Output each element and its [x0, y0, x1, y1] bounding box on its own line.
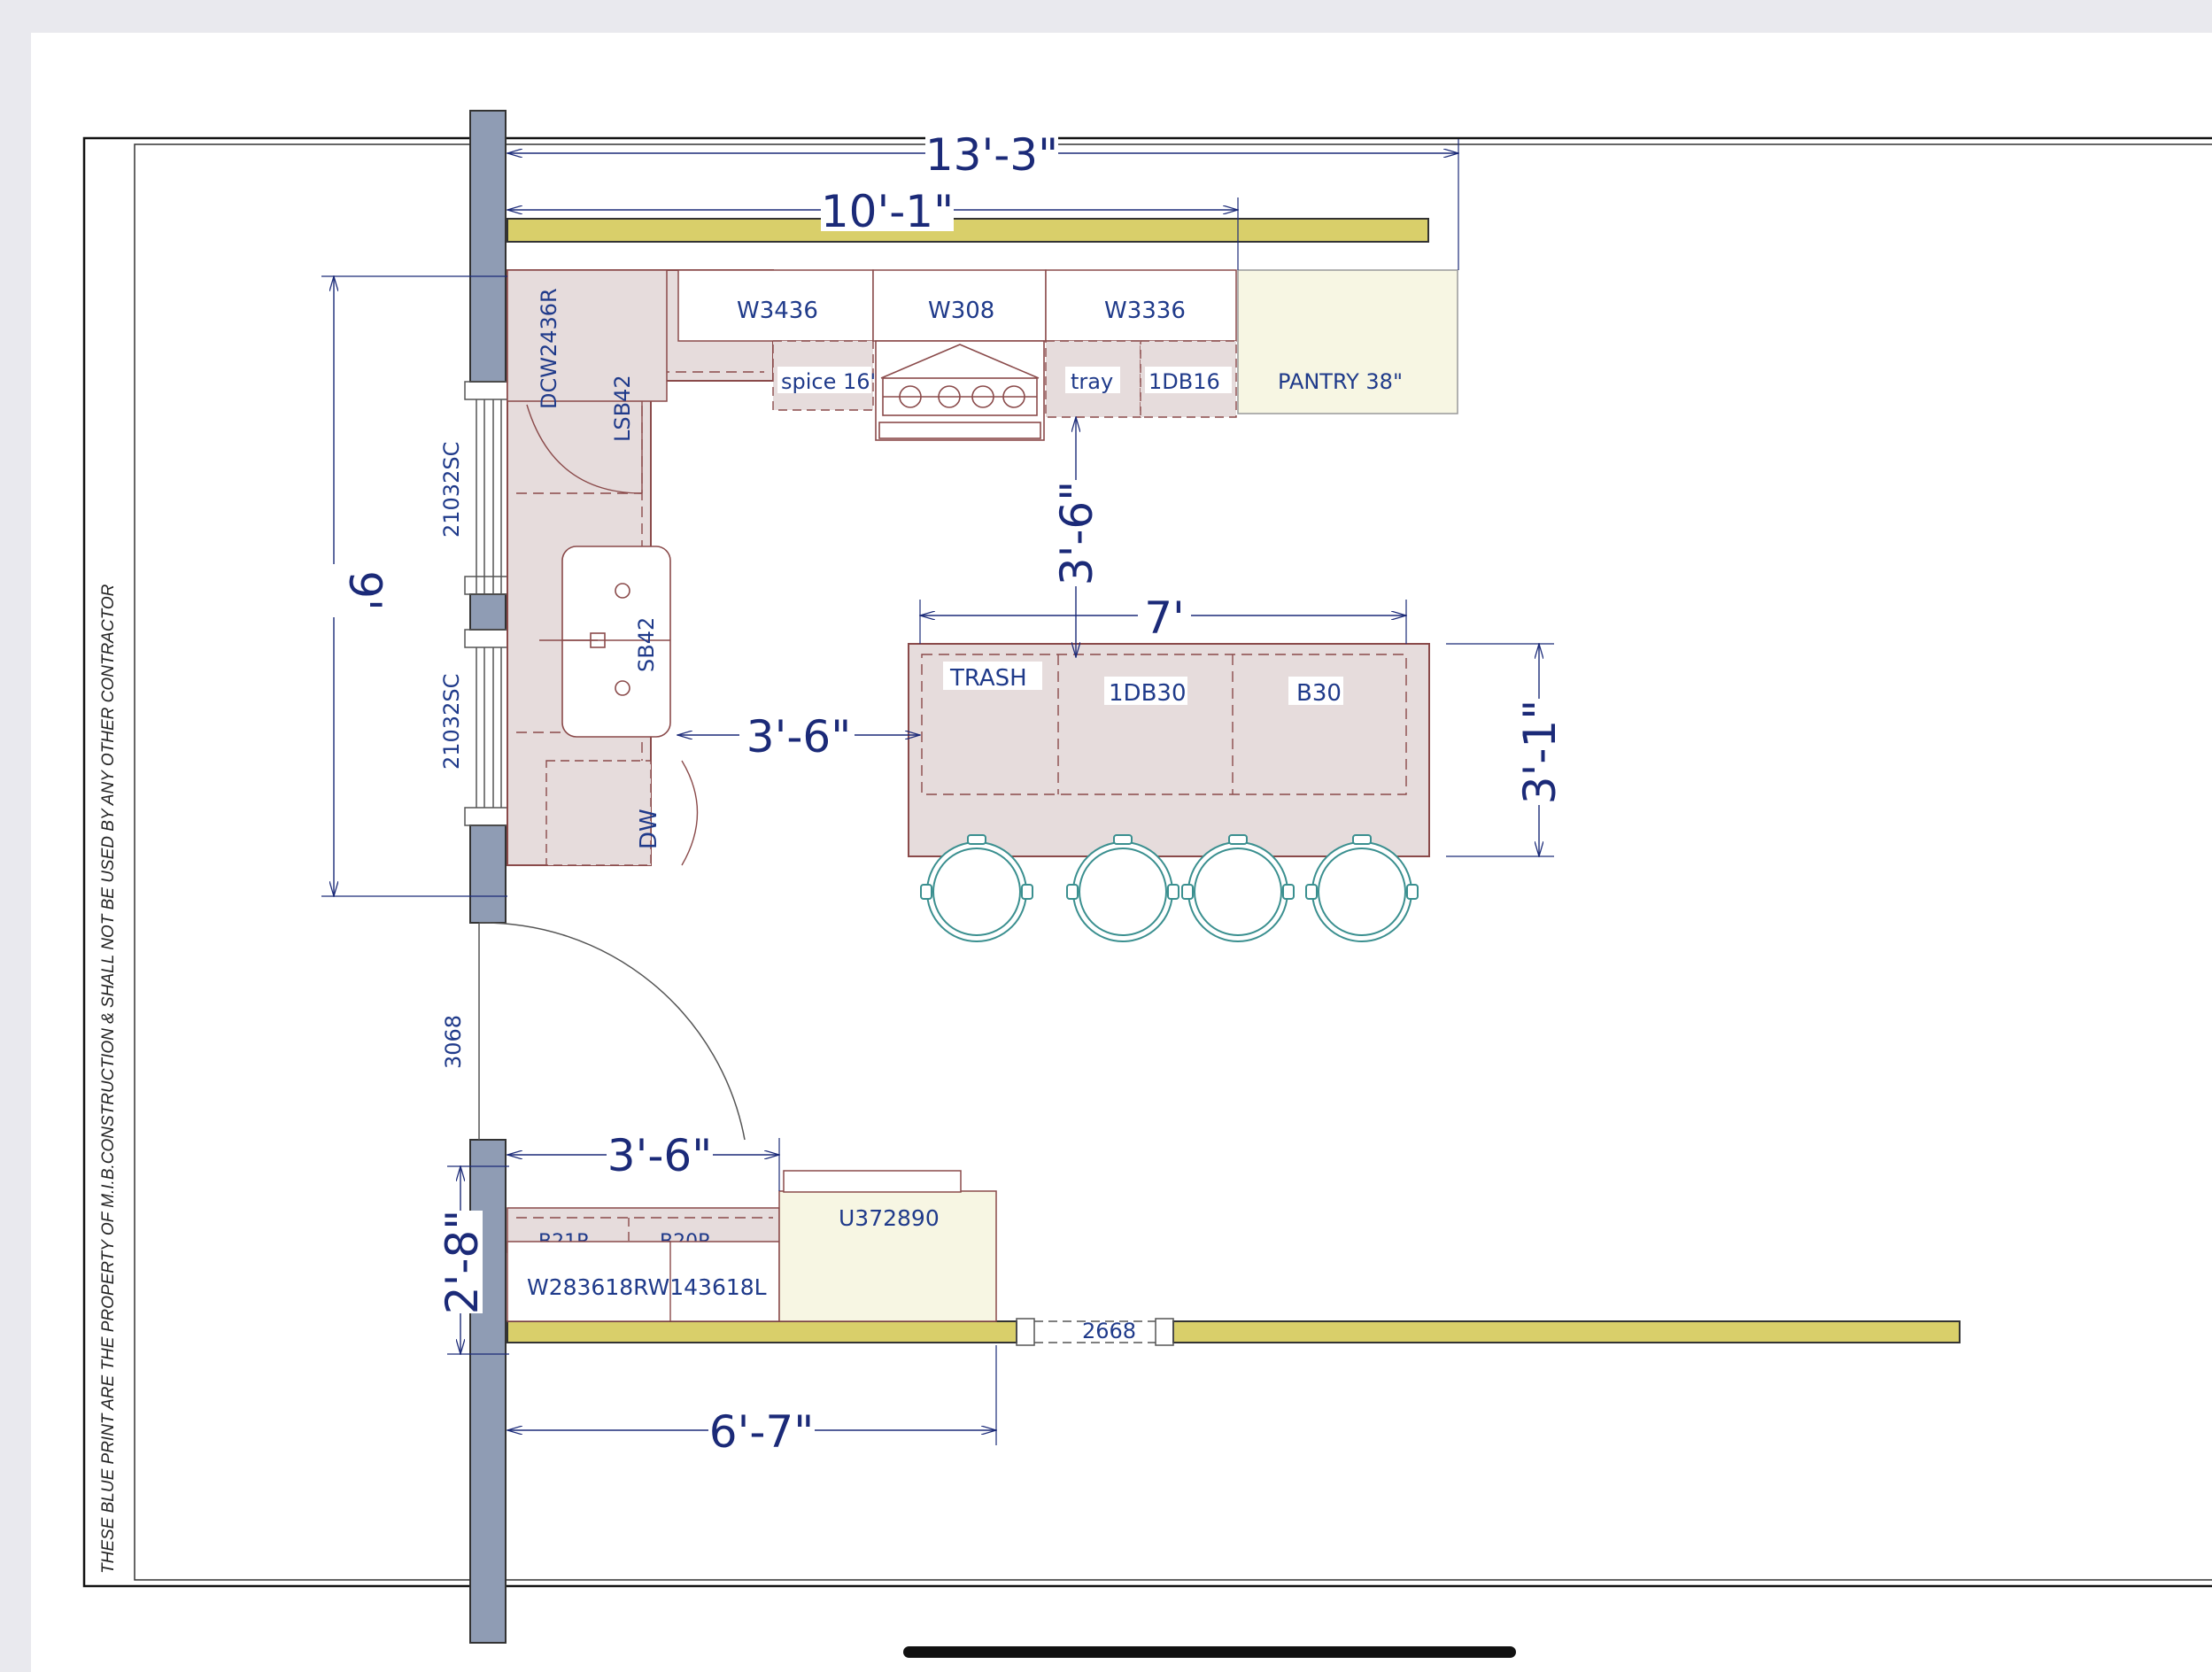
- dim-left-wall: 9': [339, 570, 391, 611]
- side-door: [478, 922, 746, 1141]
- dishwasher-swing: [681, 760, 699, 866]
- dim-overall-width: 13'-3": [925, 129, 1058, 181]
- left-wall-mullion: [469, 593, 507, 631]
- w3336-label: W3336: [1104, 298, 1186, 324]
- bottom-door-label: 2668: [1082, 1319, 1136, 1343]
- ownership-notice: THESE BLUE PRINT ARE THE PROPERTY OF M.I…: [99, 584, 118, 1574]
- tray-label: tray: [1071, 369, 1113, 394]
- trash-label: TRASH: [949, 665, 1027, 692]
- blueprint-sheet: THESE BLUE PRINT ARE THE PROPERTY OF M.I…: [31, 33, 2212, 1672]
- dim-door-clearance: 3'-6": [607, 1130, 712, 1181]
- spice-label: spice 16": [781, 369, 880, 394]
- bottom-header-wall-right: [1172, 1320, 1961, 1343]
- w3436-label: W3436: [737, 298, 818, 324]
- sb42-label: SB42: [634, 617, 659, 672]
- side-door-label: 3068: [441, 1015, 466, 1069]
- dim-lower-run: 6'-7": [709, 1406, 814, 1458]
- lsb-label: LSB42: [610, 375, 635, 442]
- dw-label: DW: [636, 809, 662, 849]
- wall-lower-label: W283618RW143618L: [527, 1274, 767, 1300]
- window-lower-label: 21032SC: [439, 674, 464, 770]
- dim-island-length: 7': [1144, 592, 1185, 644]
- dcw-label: DCW2436R: [537, 288, 561, 409]
- dim-island-depth: 3'-1": [1514, 700, 1566, 804]
- b30-label: B30: [1296, 680, 1342, 707]
- dim-upper-run: 10'-1": [821, 186, 954, 237]
- window-upper-label: 21032SC: [439, 442, 464, 538]
- stool-3: [1187, 841, 1288, 942]
- pantry-label: PANTRY 38": [1278, 369, 1403, 394]
- db16-label: 1DB16: [1149, 369, 1220, 394]
- dim-aisle-vertical: 3'-6": [1051, 481, 1102, 585]
- fridge-label: U372890: [839, 1205, 940, 1231]
- stool-1: [926, 841, 1027, 942]
- stool-4: [1311, 841, 1412, 942]
- dim-aisle-horizontal: 3'-6": [746, 711, 851, 762]
- home-indicator[interactable]: [903, 1646, 1516, 1658]
- w308-label: W308: [928, 298, 994, 324]
- range: [875, 340, 1045, 441]
- window-upper: [464, 381, 510, 595]
- refrigerator-door: [783, 1170, 962, 1193]
- stool-2: [1072, 841, 1173, 942]
- dcw-cabinet: [507, 269, 668, 402]
- top-header-wall: [507, 218, 1429, 243]
- left-wall-mid: [469, 824, 507, 924]
- db30-label: 1DB30: [1109, 680, 1186, 707]
- left-wall-top: [469, 110, 507, 383]
- dim-lower-depth: 2'-8": [437, 1210, 488, 1314]
- window-lower: [464, 629, 510, 826]
- kitchen-floor-plan: THESE BLUE PRINT ARE THE PROPERTY OF M.I…: [82, 110, 2212, 1644]
- bottom-header-wall-left: [507, 1320, 1017, 1343]
